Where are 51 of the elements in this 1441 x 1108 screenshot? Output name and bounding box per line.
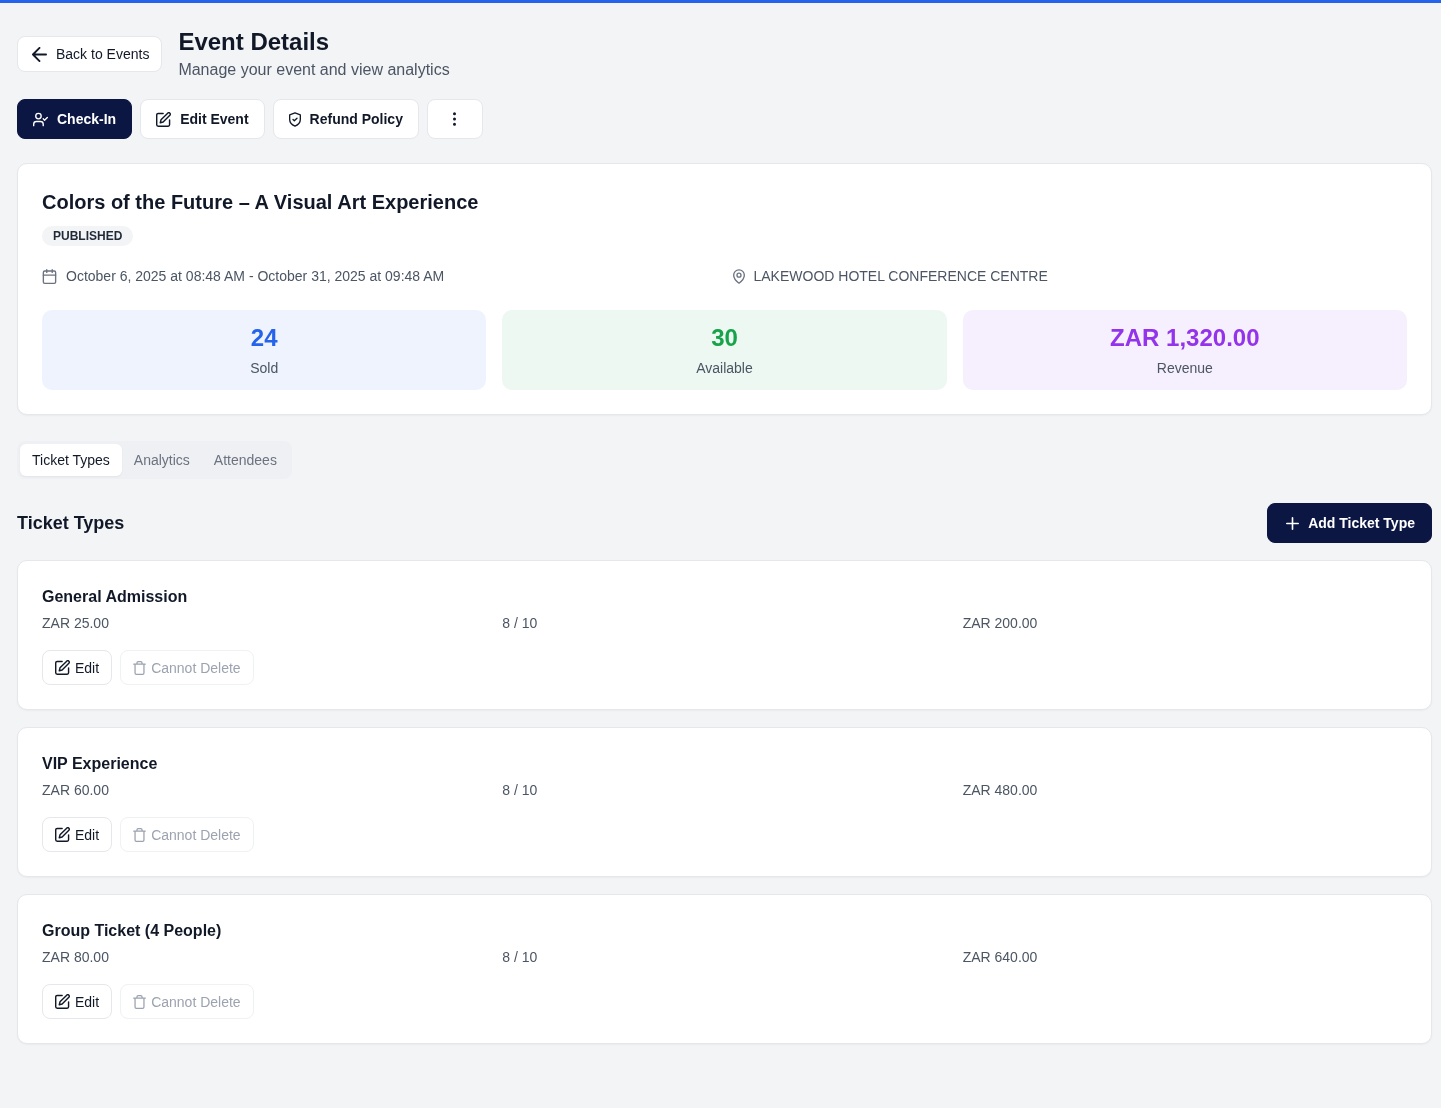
- map-pin-icon: [732, 268, 745, 284]
- stat-value: 24: [250, 323, 278, 353]
- trash-icon: [133, 660, 147, 675]
- ticket-revenue: ZAR 200.00: [962, 614, 1038, 633]
- event-title: Colors of the Future – A Visual Art Experience: [42, 190, 479, 215]
- arrow-left-icon: [32, 46, 47, 62]
- page-title: Event Details: [178, 27, 330, 57]
- ticket-price: ZAR 25.00: [42, 614, 109, 633]
- edit-button[interactable]: Edit: [42, 650, 113, 685]
- stat-value: ZAR 1,320.00: [1110, 323, 1260, 353]
- stat-label: Revenue: [1156, 359, 1213, 378]
- pencil-square-icon: [55, 660, 70, 675]
- edit-button[interactable]: Edit: [42, 817, 113, 852]
- pencil-square-icon: [156, 111, 172, 127]
- stat-value: 30: [711, 323, 738, 353]
- ticket-quantity: 8 / 10: [502, 614, 538, 633]
- pencil-square-icon: [55, 827, 70, 842]
- ticket-quantity: 8 / 10: [502, 781, 538, 800]
- event-venue: LAKEWOOD HOTEL CONFERENCE CENTRE: [753, 267, 1048, 286]
- pencil-square-icon: [55, 994, 70, 1009]
- shield-check-icon: [288, 111, 301, 127]
- action-button[interactable]: Check-In: [17, 99, 133, 139]
- ticket-revenue: ZAR 480.00: [962, 781, 1038, 800]
- ticket-price: ZAR 60.00: [42, 781, 109, 800]
- event-date-range: October 6, 2025 at 08:48 AM - October 31, 2025 at 09:48 AM: [66, 267, 445, 286]
- add-ticket-type-button[interactable]: Add Ticket Type: [1267, 503, 1432, 543]
- more-vertical-icon: [453, 112, 457, 126]
- page-subtitle: Manage your event and view analytics: [178, 60, 450, 80]
- section-heading: Ticket Types: [17, 512, 125, 535]
- action-button[interactable]: Edit Event: [140, 99, 265, 139]
- trash-icon: [133, 827, 147, 842]
- ticket-name: Group Ticket (4 People): [42, 921, 222, 941]
- status-badge: PUBLISHED: [42, 226, 134, 246]
- action-button[interactable]: Refund Policy: [272, 99, 419, 139]
- calendar-icon: [42, 268, 57, 284]
- ticket-revenue: ZAR 640.00: [962, 948, 1038, 967]
- tab[interactable]: Ticket Types: [20, 444, 122, 476]
- edit-button[interactable]: Edit: [42, 984, 113, 1019]
- ticket-quantity: 8 / 10: [502, 948, 538, 967]
- ticket-price: ZAR 80.00: [42, 948, 109, 967]
- ticket-name: VIP Experience: [42, 754, 158, 774]
- user-check-icon: [33, 111, 48, 127]
- more-button[interactable]: [426, 99, 483, 139]
- back-button[interactable]: Back to Events: [17, 36, 163, 72]
- trash-icon: [133, 994, 147, 1009]
- plus-icon: [1286, 516, 1300, 530]
- ticket-name: General Admission: [42, 587, 188, 607]
- tab[interactable]: Analytics: [121, 444, 202, 476]
- stat-label: Sold: [250, 359, 279, 378]
- stat-label: Available: [696, 359, 753, 378]
- tab[interactable]: Attendees: [201, 444, 289, 476]
